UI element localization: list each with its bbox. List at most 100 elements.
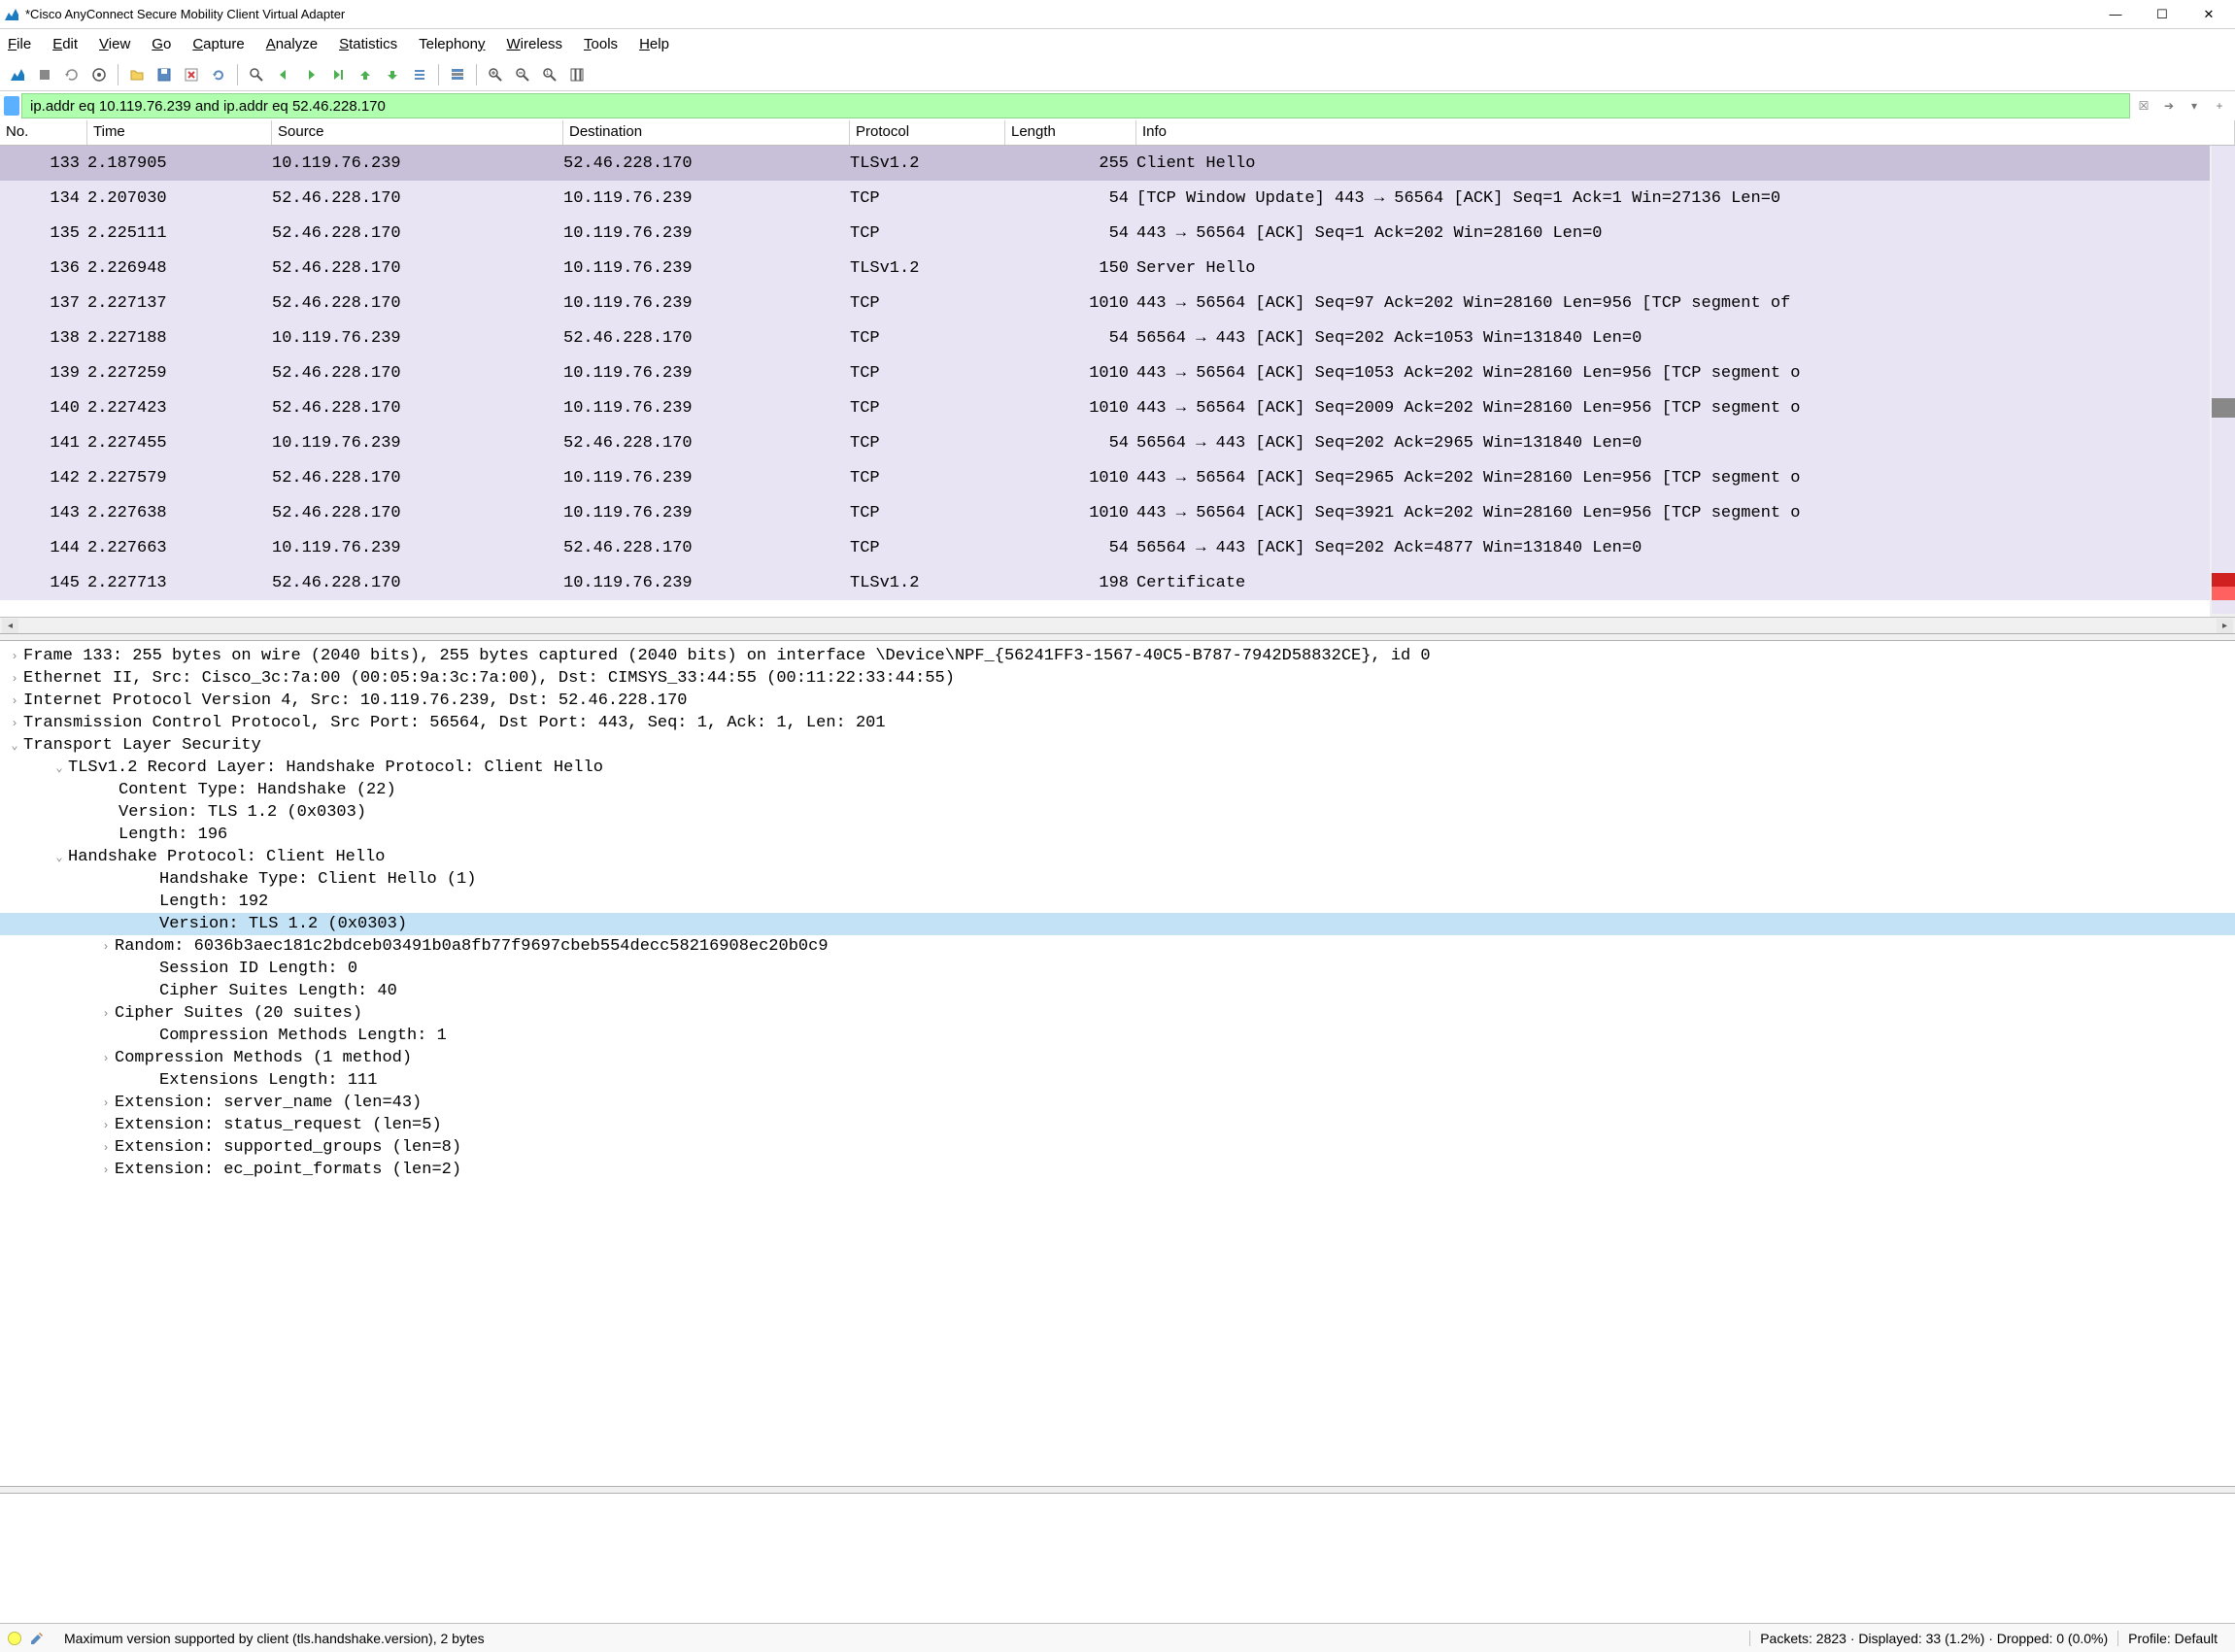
minimize-button[interactable]: — [2093,1,2138,28]
detail-row[interactable]: ›Random: 6036b3aec181c2bdceb03491b0a8fb7… [0,935,2235,958]
status-profile[interactable]: Profile: Default [2117,1631,2227,1646]
packet-row[interactable]: 1332.18790510.119.76.23952.46.228.170TLS… [0,146,2235,181]
menu-file[interactable]: File [8,36,31,52]
reload-file-button[interactable] [207,63,230,86]
scroll-left-icon[interactable]: ◂ [2,619,18,633]
go-last-button[interactable] [381,63,404,86]
detail-row[interactable]: Content Type: Handshake (22) [0,779,2235,801]
colorize-button[interactable] [446,63,469,86]
start-capture-button[interactable] [6,63,29,86]
detail-row[interactable]: Session ID Length: 0 [0,958,2235,980]
detail-row[interactable]: Compression Methods Length: 1 [0,1025,2235,1047]
filter-dropdown-button[interactable]: ▾ [2183,94,2206,118]
detail-row[interactable]: ›Extension: status_request (len=5) [0,1114,2235,1136]
column-header-destination[interactable]: Destination [563,120,850,145]
detail-row[interactable]: Version: TLS 1.2 (0x0303) [0,913,2235,935]
packet-list-hscroll[interactable]: ◂ ▸ [0,617,2235,633]
packet-list[interactable]: 1332.18790510.119.76.23952.46.228.170TLS… [0,146,2235,617]
menu-wireless[interactable]: Wireless [507,36,563,52]
menu-statistics[interactable]: Statistics [339,36,397,52]
filter-add-button[interactable]: + [2208,94,2231,118]
expand-icon[interactable]: › [97,1163,115,1177]
open-file-button[interactable] [125,63,149,86]
auto-scroll-button[interactable] [408,63,431,86]
detail-row[interactable]: Handshake Type: Client Hello (1) [0,868,2235,891]
filter-clear-button[interactable]: ☒ [2132,94,2155,118]
detail-row[interactable]: ›Extension: ec_point_formats (len=2) [0,1159,2235,1181]
detail-row[interactable]: ›Extension: server_name (len=43) [0,1092,2235,1114]
detail-row[interactable]: ›Ethernet II, Src: Cisco_3c:7a:00 (00:05… [0,667,2235,690]
save-file-button[interactable] [152,63,176,86]
detail-row[interactable]: Length: 192 [0,891,2235,913]
detail-row[interactable]: ›Transmission Control Protocol, Src Port… [0,712,2235,734]
display-filter-input[interactable] [21,93,2130,118]
expand-icon[interactable]: › [97,1052,115,1065]
close-file-button[interactable] [180,63,203,86]
close-button[interactable]: ✕ [2186,1,2231,28]
column-header-protocol[interactable]: Protocol [850,120,1005,145]
go-forward-button[interactable] [299,63,322,86]
detail-row[interactable]: ⌄TLSv1.2 Record Layer: Handshake Protoco… [0,757,2235,779]
packet-row[interactable]: 1382.22718810.119.76.23952.46.228.170TCP… [0,320,2235,355]
capture-options-button[interactable] [87,63,111,86]
expand-icon[interactable]: › [6,717,23,730]
menu-telephony[interactable]: Telephony [419,36,485,52]
menu-go[interactable]: Go [152,36,171,52]
menu-edit[interactable]: Edit [52,36,78,52]
packet-row[interactable]: 1422.22757952.46.228.17010.119.76.239TCP… [0,460,2235,495]
filter-bookmark-button[interactable] [4,96,19,116]
maximize-button[interactable]: ☐ [2140,1,2184,28]
packet-row[interactable]: 1432.22763852.46.228.17010.119.76.239TCP… [0,495,2235,530]
column-header-length[interactable]: Length [1005,120,1136,145]
packet-row[interactable]: 1452.22771352.46.228.17010.119.76.239TLS… [0,565,2235,600]
packet-row[interactable]: 1442.22766310.119.76.23952.46.228.170TCP… [0,530,2235,565]
detail-row[interactable]: Version: TLS 1.2 (0x0303) [0,801,2235,824]
collapse-icon[interactable]: ⌄ [6,738,23,753]
expand-icon[interactable]: › [97,1096,115,1110]
zoom-in-button[interactable] [484,63,507,86]
stop-capture-button[interactable] [33,63,56,86]
expand-icon[interactable]: › [97,940,115,954]
column-header-source[interactable]: Source [272,120,563,145]
menu-tools[interactable]: Tools [584,36,618,52]
packet-row[interactable]: 1392.22725952.46.228.17010.119.76.239TCP… [0,355,2235,390]
go-back-button[interactable] [272,63,295,86]
packet-row[interactable]: 1362.22694852.46.228.17010.119.76.239TLS… [0,251,2235,286]
packet-row[interactable]: 1352.22511152.46.228.17010.119.76.239TCP… [0,216,2235,251]
edit-preferences-icon[interactable] [29,1631,45,1646]
detail-row[interactable]: ⌄Handshake Protocol: Client Hello [0,846,2235,868]
menu-view[interactable]: View [99,36,130,52]
find-packet-button[interactable] [245,63,268,86]
expand-icon[interactable]: › [97,1007,115,1021]
expand-icon[interactable]: › [6,650,23,663]
column-header-no[interactable]: No. [0,120,87,145]
expand-icon[interactable]: › [6,672,23,686]
restart-capture-button[interactable] [60,63,84,86]
detail-row[interactable]: ›Cipher Suites (20 suites) [0,1002,2235,1025]
packet-details-pane[interactable]: ›Frame 133: 255 bytes on wire (2040 bits… [0,641,2235,1486]
filter-apply-button[interactable]: ➔ [2157,94,2181,118]
expand-icon[interactable]: › [97,1141,115,1155]
packet-row[interactable]: 1412.22745510.119.76.23952.46.228.170TCP… [0,425,2235,460]
detail-row[interactable]: ›Extension: supported_groups (len=8) [0,1136,2235,1159]
menu-analyze[interactable]: Analyze [266,36,318,52]
detail-row[interactable]: ›Internet Protocol Version 4, Src: 10.11… [0,690,2235,712]
detail-row[interactable]: Length: 196 [0,824,2235,846]
go-to-packet-button[interactable] [326,63,350,86]
expand-icon[interactable]: › [97,1119,115,1132]
column-header-time[interactable]: Time [87,120,272,145]
packet-minimap[interactable] [2210,146,2235,617]
column-header-info[interactable]: Info [1136,120,2235,145]
menu-help[interactable]: Help [639,36,669,52]
collapse-icon[interactable]: ⌄ [51,760,68,775]
pane-divider-bottom[interactable] [0,1486,2235,1494]
expand-icon[interactable]: › [6,694,23,708]
zoom-reset-button[interactable]: 1 [538,63,561,86]
detail-row[interactable]: Cipher Suites Length: 40 [0,980,2235,1002]
resize-columns-button[interactable] [565,63,589,86]
expert-info-icon[interactable] [8,1632,21,1645]
detail-row[interactable]: ›Compression Methods (1 method) [0,1047,2235,1069]
detail-row[interactable]: ⌄Transport Layer Security [0,734,2235,757]
pane-divider-top[interactable] [0,633,2235,641]
detail-row[interactable]: ›Frame 133: 255 bytes on wire (2040 bits… [0,645,2235,667]
